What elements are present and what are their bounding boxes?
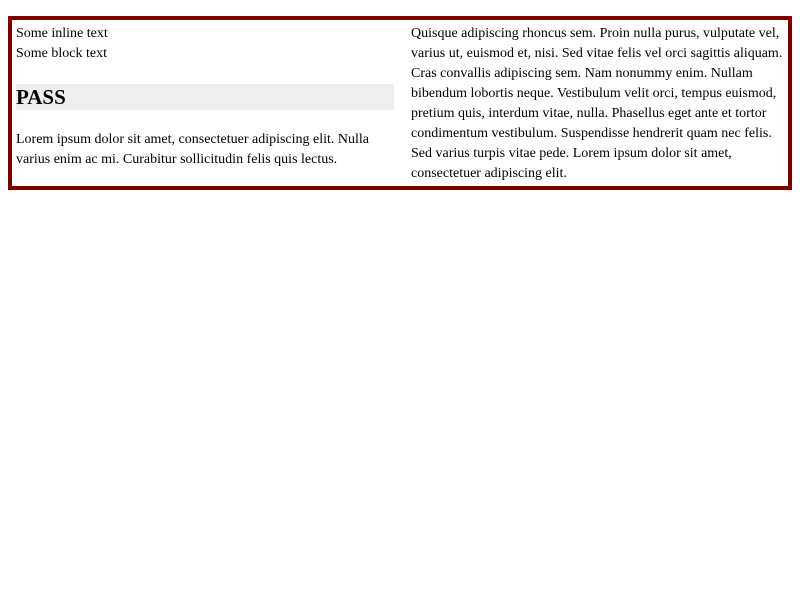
inline-text: Some inline text xyxy=(16,26,108,41)
right-paragraph: Quisque adipiscing rhoncus sem. Proin nu… xyxy=(411,26,783,181)
block-text: Some block text xyxy=(16,46,107,61)
bordered-container: Some inline text Some block text PASS Lo… xyxy=(8,16,792,190)
left-column: Some inline text Some block text PASS Lo… xyxy=(16,24,394,170)
right-column: Quisque adipiscing rhoncus sem. Proin nu… xyxy=(411,24,791,184)
left-paragraph: Lorem ipsum dolor sit amet, consectetuer… xyxy=(16,132,370,167)
pass-result-banner: PASS xyxy=(16,84,394,110)
